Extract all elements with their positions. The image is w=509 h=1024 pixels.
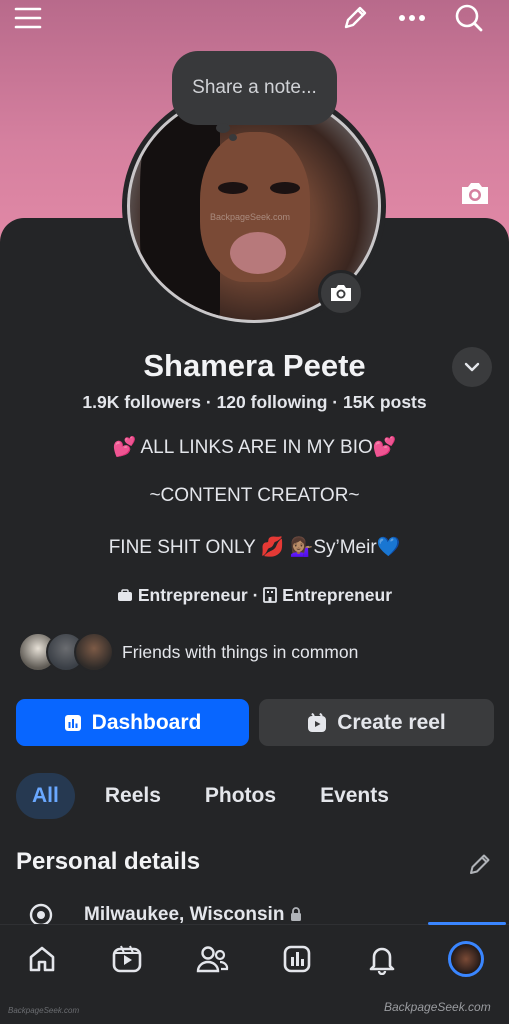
friends-icon bbox=[196, 946, 229, 973]
mutual-friends-row[interactable]: Friends with things in common bbox=[18, 631, 358, 673]
tab-photos[interactable]: Photos bbox=[183, 773, 298, 819]
avatar-eye-right bbox=[270, 182, 300, 194]
work-title-2: Entrepreneur bbox=[282, 585, 393, 605]
profile-switch-button[interactable] bbox=[452, 347, 492, 387]
location-text: Milwaukee, Wisconsin bbox=[84, 904, 302, 926]
avatar-eye-left bbox=[218, 182, 248, 194]
friends-common-label: Friends with things in common bbox=[122, 641, 359, 662]
edit-details-icon[interactable] bbox=[466, 850, 494, 878]
note-bubble-tail-small bbox=[229, 134, 237, 141]
camera-icon bbox=[331, 285, 351, 301]
tab-all[interactable]: All bbox=[16, 773, 75, 819]
bell-icon bbox=[369, 947, 395, 975]
avatar-watermark: BackpageSeek.com bbox=[210, 212, 291, 222]
nav-profile[interactable] bbox=[444, 939, 488, 979]
note-placeholder: Share a note... bbox=[192, 77, 317, 98]
work-info: Entrepreneur · Entrepreneur bbox=[0, 585, 509, 606]
briefcase-icon bbox=[117, 589, 132, 601]
ellipsis-icon[interactable] bbox=[396, 2, 428, 34]
avatar-camera-button[interactable] bbox=[318, 270, 364, 316]
lock-icon bbox=[290, 907, 301, 921]
profile-tabs: All Reels Photos Events bbox=[16, 773, 411, 819]
profile-name: Shamera Peete bbox=[143, 348, 366, 383]
location-value: Milwaukee, Wisconsin bbox=[84, 904, 285, 925]
dashboard-label: Dashboard bbox=[91, 710, 202, 734]
nav-home[interactable] bbox=[20, 939, 64, 979]
active-tab-indicator bbox=[428, 922, 506, 925]
tab-reels[interactable]: Reels bbox=[83, 773, 183, 819]
nav-friends[interactable] bbox=[190, 939, 234, 979]
bio-line-2: ~CONTENT CREATOR~ bbox=[149, 485, 360, 506]
avatar-lips bbox=[230, 232, 286, 274]
profile-avatar bbox=[448, 941, 484, 977]
chevron-down-icon bbox=[464, 362, 480, 372]
top-bar bbox=[0, 0, 509, 40]
hamburger-icon[interactable] bbox=[12, 2, 44, 34]
cover-camera-icon[interactable] bbox=[458, 176, 492, 210]
bio-line-1: 💕 ALL LINKS ARE IN MY BIO💕 bbox=[112, 437, 397, 458]
watermark-right: BackpageSeek.com bbox=[384, 1000, 491, 1014]
nav-dashboard[interactable] bbox=[275, 939, 319, 979]
friend-avatar-3 bbox=[74, 632, 114, 672]
nav-notifications[interactable] bbox=[360, 939, 404, 979]
watermark-left: BackpageSeek.com bbox=[8, 1006, 80, 1015]
dashboard-button[interactable]: Dashboard bbox=[16, 699, 249, 746]
home-icon bbox=[29, 946, 55, 972]
work-separator: · bbox=[247, 585, 264, 605]
dashboard-icon bbox=[283, 945, 311, 973]
search-icon[interactable] bbox=[453, 2, 485, 34]
video-icon bbox=[112, 945, 142, 973]
note-bubble-tail bbox=[216, 123, 230, 133]
profile-stats[interactable]: 1.9K followers · 120 following · 15K pos… bbox=[0, 392, 509, 413]
share-note-bubble[interactable]: Share a note... bbox=[172, 51, 337, 125]
building-icon bbox=[263, 587, 278, 603]
pencil-icon[interactable] bbox=[339, 2, 371, 34]
create-reel-label: Create reel bbox=[337, 710, 446, 734]
personal-details-title: Personal details bbox=[16, 848, 201, 875]
dashboard-icon bbox=[64, 714, 81, 731]
nav-video[interactable] bbox=[105, 939, 149, 979]
create-reel-button[interactable]: Create reel bbox=[259, 699, 494, 746]
bio-line-3: FINE SHIT ONLY 💋 💁🏽‍♀️Sy’Meir💙 bbox=[108, 537, 401, 558]
reel-icon bbox=[308, 712, 327, 732]
tab-events[interactable]: Events bbox=[298, 773, 411, 819]
work-title-1: Entrepreneur bbox=[137, 585, 248, 605]
